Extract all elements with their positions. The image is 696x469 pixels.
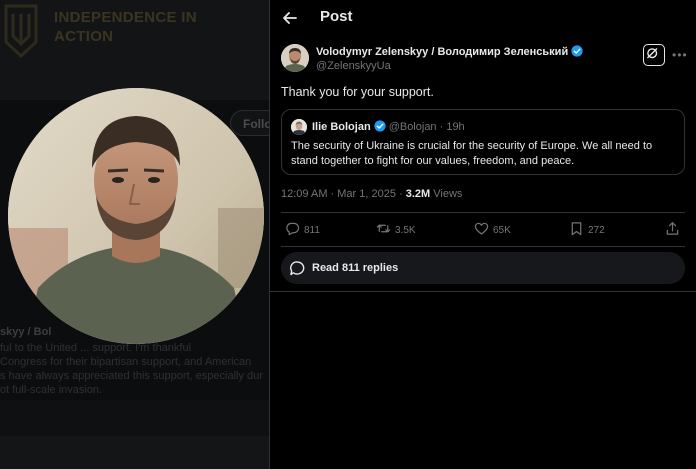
bookmark-button[interactable]: 272 [569, 221, 605, 239]
quote-text: The security of Ukraine is crucial for t… [291, 140, 653, 167]
quote-author-handle: @Bolojan · 19h [388, 121, 465, 133]
views-label: Views [430, 188, 463, 200]
post-timestamp[interactable]: 12:09 AM · Mar 1, 2025 · [281, 188, 406, 200]
views-count: 3.2M [405, 188, 431, 200]
background-media-block [0, 436, 270, 469]
repost-count: 3.5K [395, 225, 416, 236]
author-name-text[interactable]: Volodymyr Zelenskyy / Володимир Зеленськ… [316, 46, 568, 58]
quoted-post[interactable]: Ilie Bolojan @Bolojan · 19h The security… [281, 109, 685, 175]
like-button[interactable]: 65K [474, 221, 511, 239]
like-count: 65K [493, 225, 511, 236]
share-button[interactable] [665, 221, 684, 239]
post-detail-pane: Post Volodymyr Zelenskyy / Володимир Зел… [270, 0, 696, 469]
reply-icon [286, 222, 300, 236]
post-header: Post [270, 0, 696, 36]
verified-badge-icon [374, 120, 386, 132]
heart-icon [474, 222, 489, 235]
repost-button[interactable]: 3.5K [376, 221, 416, 239]
quote-author: Ilie Bolojan @Bolojan · 19h [312, 120, 465, 133]
quote-author-name: Ilie Bolojan [312, 121, 371, 133]
divider [281, 212, 685, 213]
author-avatar[interactable] [281, 44, 309, 72]
arrow-left-icon[interactable] [280, 8, 300, 28]
grok-icon[interactable] [643, 44, 665, 66]
banner-text: INDEPENDENCE IN ACTION [54, 9, 197, 45]
ellipsis-icon[interactable]: ••• [672, 48, 688, 62]
author-name[interactable]: Volodymyr Zelenskyy / Володимир Зеленськ… [316, 45, 583, 58]
profile-photo-large [8, 88, 264, 344]
read-replies-button[interactable]: Read 811 replies [281, 252, 685, 284]
reply-count: 811 [304, 225, 320, 236]
profile-banner: INDEPENDENCE IN ACTION [0, 0, 270, 100]
author-handle[interactable]: @ZelenskyyUa [316, 60, 391, 72]
page-title: Post [320, 8, 353, 25]
read-replies-label: Read 811 replies [312, 262, 399, 274]
share-icon [666, 222, 679, 235]
post-meta: 12:09 AM · Mar 1, 2025 · 3.2M Views [281, 188, 462, 200]
post-text: Thank you for your support. [281, 85, 434, 99]
follow-button[interactable]: Follo [230, 110, 270, 136]
repost-icon [376, 224, 391, 233]
portrait-illustration [8, 88, 264, 344]
quote-author-avatar [291, 119, 307, 135]
verified-badge-icon [571, 45, 583, 57]
reply-button[interactable]: 811 [285, 221, 320, 239]
chat-bubble-icon [290, 261, 305, 276]
background-text-line: ot full-scale invasion. [0, 384, 103, 396]
trident-logo-icon [4, 4, 38, 59]
background-text-line: s have always appreciated this support, … [0, 370, 263, 382]
background-text-line: Congress for their bipartisan support, a… [0, 356, 252, 368]
bookmark-icon [571, 222, 582, 236]
bookmark-count: 272 [588, 225, 605, 236]
divider [281, 246, 685, 247]
divider [270, 291, 696, 292]
